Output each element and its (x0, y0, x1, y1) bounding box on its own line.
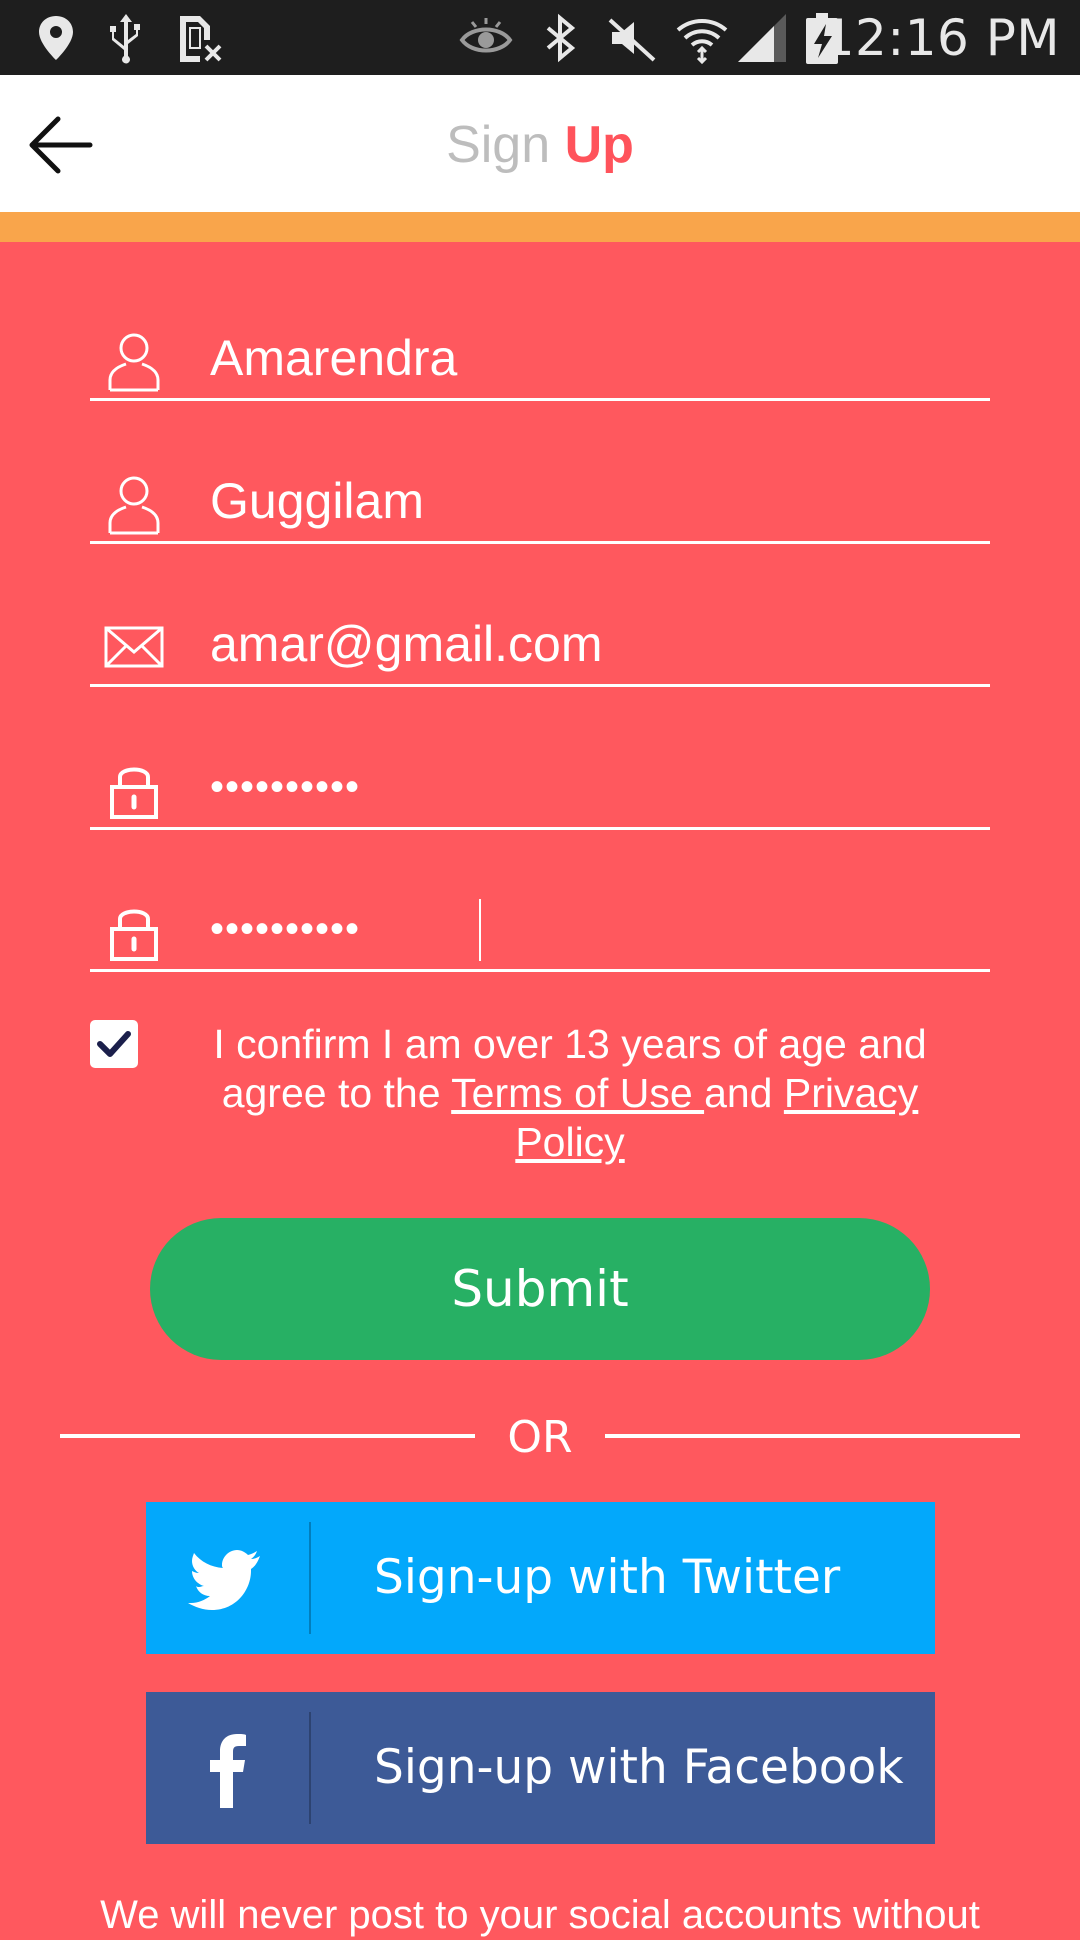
submit-button[interactable]: Submit (150, 1218, 930, 1360)
no-sim-icon (180, 16, 222, 62)
last-name-field (90, 461, 990, 544)
page-title-part2: Up (564, 116, 634, 174)
wifi-icon (676, 19, 728, 65)
password-input[interactable] (210, 755, 970, 819)
first-name-field (90, 318, 990, 401)
status-time: 12:16 PM (822, 9, 1060, 67)
email-input[interactable] (210, 612, 970, 676)
text-caret (479, 899, 481, 961)
first-name-input[interactable] (210, 326, 970, 390)
user-icon (108, 476, 160, 535)
facebook-signup-button[interactable]: Sign-up with Facebook (146, 1692, 935, 1844)
social-disclaimer: We will never post to your social accoun… (100, 1893, 980, 1937)
password-field (90, 747, 990, 830)
last-name-input[interactable] (210, 469, 970, 533)
app-header: Sign Up (0, 75, 1080, 212)
twitter-icon (188, 1550, 260, 1610)
facebook-icon (210, 1734, 246, 1808)
lock-icon (110, 909, 158, 961)
terms-checkbox[interactable] (90, 1020, 138, 1068)
terms-middle: and (704, 1070, 784, 1116)
terms-text: I confirm I am over 13 years of age and … (200, 1020, 940, 1167)
facebook-button-label: Sign-up with Facebook (374, 1740, 904, 1795)
or-divider: OR (60, 1408, 1020, 1468)
eye-icon (459, 18, 513, 53)
email-field (90, 604, 990, 687)
or-label: OR (507, 1412, 573, 1463)
twitter-divider (309, 1522, 311, 1634)
page-title: Sign Up (0, 115, 1080, 175)
twitter-signup-button[interactable]: Sign-up with Twitter (146, 1502, 935, 1654)
status-bar: 12:16 PM (0, 0, 1080, 75)
terms-of-use-link[interactable]: Terms of Use (451, 1070, 704, 1116)
usb-icon (110, 14, 140, 64)
mute-icon (608, 18, 656, 62)
lock-icon (110, 767, 158, 819)
confirm-password-input[interactable] (210, 897, 970, 961)
facebook-divider (309, 1712, 311, 1824)
page-title-part1: Sign (446, 116, 551, 174)
twitter-button-label: Sign-up with Twitter (374, 1550, 841, 1605)
confirm-password-field (90, 889, 990, 972)
checkmark-icon (97, 1031, 131, 1057)
signal-icon (738, 14, 786, 62)
envelope-icon (104, 626, 164, 668)
user-icon (108, 333, 160, 392)
divider-line-right (605, 1434, 1020, 1438)
location-icon (39, 16, 73, 60)
bluetooth-icon (546, 13, 576, 63)
accent-bar (0, 212, 1080, 242)
